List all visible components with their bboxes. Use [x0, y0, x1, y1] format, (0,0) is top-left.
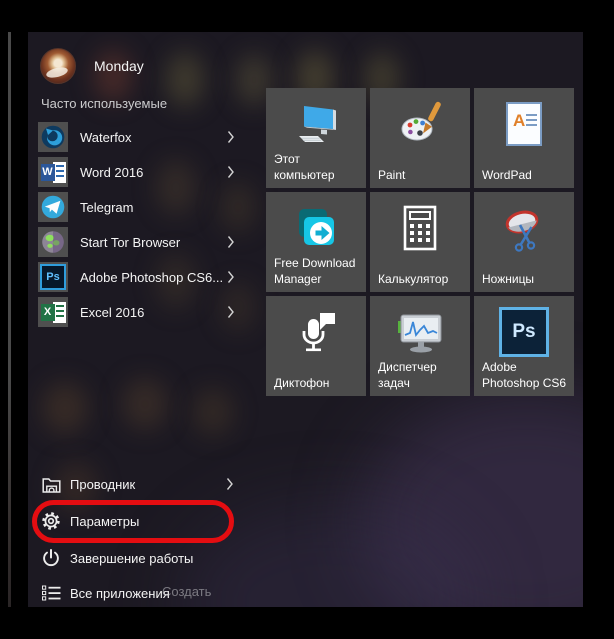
tile-label: Free Download Manager: [274, 256, 356, 286]
tor-browser-icon: [38, 227, 68, 257]
app-row-start-tor-browser[interactable]: Start Tor Browser: [38, 227, 235, 257]
footer-item-explorer[interactable]: Проводник: [41, 470, 234, 498]
voice-recorder-icon: [266, 296, 366, 368]
tile-task-manager[interactable]: Диспетчер задач: [370, 296, 470, 396]
paint-icon: [370, 88, 470, 160]
chevron-right-icon: [227, 165, 235, 179]
app-label: Word 2016: [80, 164, 144, 180]
snipping-tool-icon: [474, 192, 574, 264]
footer-item-shutdown[interactable]: Завершение работы: [41, 544, 234, 572]
user-avatar[interactable]: [40, 48, 76, 84]
tile-label: Ножницы: [482, 271, 535, 286]
app-row-word-2016[interactable]: Word 2016: [38, 157, 235, 187]
app-label: Telegram: [80, 199, 134, 215]
app-label: Excel 2016: [80, 304, 145, 320]
tile-adobe-photoshop[interactable]: Adobe Photoshop CS6: [474, 296, 574, 396]
frequent-apps-header: Часто используемые: [41, 96, 168, 111]
app-row-telegram[interactable]: Telegram: [38, 192, 235, 222]
chevron-right-icon: [227, 235, 235, 249]
app-row-waterfox[interactable]: Waterfox: [38, 122, 235, 152]
tile-label: Adobe Photoshop CS6: [482, 360, 567, 390]
tile-snipping-tool[interactable]: Ножницы: [474, 192, 574, 292]
footer-label: Проводник: [70, 476, 136, 492]
tile-label: Диспетчер задач: [378, 360, 437, 390]
user-name: Monday: [94, 58, 144, 74]
gear-icon: [41, 511, 61, 531]
word-icon: [38, 157, 68, 187]
telegram-icon: [38, 192, 68, 222]
photoshop-icon: [38, 262, 68, 292]
desktop-create-label: Создать: [162, 584, 212, 599]
user-profile[interactable]: Monday: [40, 48, 144, 84]
tile-wordpad[interactable]: WordPad: [474, 88, 574, 188]
tile-label: WordPad: [482, 167, 532, 182]
footer-label: Параметры: [70, 513, 140, 529]
waterfox-icon: [38, 122, 68, 152]
footer-label: Завершение работы: [70, 550, 194, 566]
tile-paint[interactable]: Paint: [370, 88, 470, 188]
excel-icon: [38, 297, 68, 327]
task-manager-icon: [370, 296, 470, 368]
tile-label: Калькулятор: [378, 271, 449, 286]
tile-label: Этот компьютер: [274, 152, 335, 182]
power-icon: [41, 548, 61, 568]
explorer-folder-icon: [41, 474, 61, 494]
wordpad-icon: [474, 88, 574, 160]
tile-voice-recorder[interactable]: Диктофон: [266, 296, 366, 396]
this-pc-icon: [266, 88, 366, 160]
footer-label: Все приложения: [70, 585, 170, 601]
tile-this-pc[interactable]: Этот компьютер: [266, 88, 366, 188]
app-label: Waterfox: [80, 129, 132, 145]
app-label: Adobe Photoshop CS6...: [80, 269, 224, 285]
tile-calculator[interactable]: Калькулятор: [370, 192, 470, 292]
chevron-right-icon: [227, 130, 235, 144]
calculator-icon: [370, 192, 470, 264]
screen-edge-strip: [8, 32, 11, 607]
app-row-adobe-photoshop[interactable]: Adobe Photoshop CS6...: [38, 262, 235, 292]
fdm-icon: [266, 192, 366, 264]
chevron-right-icon: [227, 270, 235, 284]
tile-grid: Этот компьютер Paint WordPad Fre: [266, 88, 574, 396]
all-apps-icon: [41, 583, 61, 603]
chevron-right-icon: [226, 477, 234, 491]
tile-label: Диктофон: [274, 375, 330, 390]
photoshop-icon: [474, 296, 574, 368]
frequent-apps-list: Waterfox Word 2016: [38, 122, 235, 332]
tile-label: Paint: [378, 167, 406, 182]
tile-free-download-manager[interactable]: Free Download Manager: [266, 192, 366, 292]
start-menu-panel: Monday Часто используемые Waterfox W Wor…: [28, 32, 583, 607]
footer-item-settings[interactable]: Параметры: [41, 507, 234, 535]
app-row-excel-2016[interactable]: Excel 2016: [38, 297, 235, 327]
chevron-right-icon: [227, 305, 235, 319]
screen: Monday Часто используемые Waterfox W Wor…: [0, 0, 614, 639]
app-label: Start Tor Browser: [80, 234, 181, 250]
